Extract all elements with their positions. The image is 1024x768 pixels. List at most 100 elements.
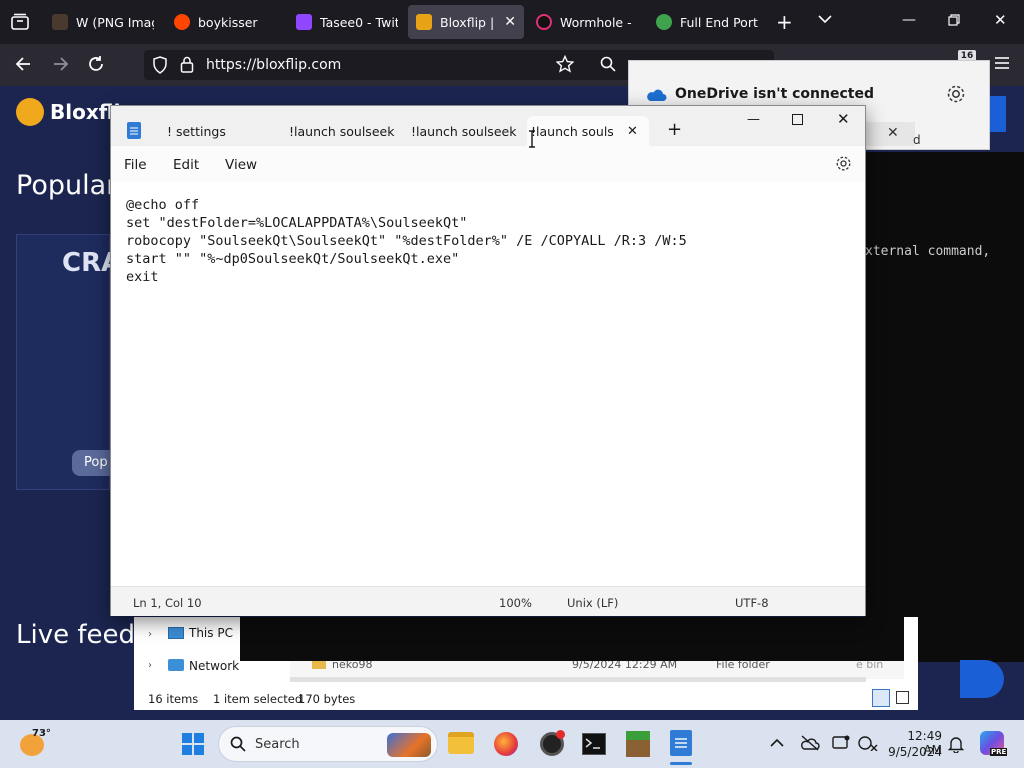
notepad-tab[interactable]: !launch soulseek [411,116,521,146]
settings-gear-icon[interactable] [835,155,852,172]
url-text[interactable]: https://bloxflip.com [206,57,341,73]
new-tab-icon[interactable]: + [667,119,682,140]
minimize-icon[interactable]: — [902,12,916,28]
details-view-icon[interactable] [872,689,890,707]
browser-tab[interactable]: Full End Portal [648,5,766,39]
this-pc-icon [168,627,184,639]
file-type: File folder [716,661,770,671]
file-explorer-window: › This PC › Network neko98 9/5/2024 12:2… [134,617,918,710]
search-placeholder: Search [255,737,300,752]
weather-temp[interactable]: 73° [32,728,51,739]
minecraft-icon[interactable] [626,731,650,757]
tab-overview-icon[interactable] [10,12,30,32]
close-tab-icon[interactable]: ✕ [627,124,638,139]
terminal-window: xternal command, [865,152,1024,662]
tiles-view-icon[interactable] [896,691,909,704]
network-status-icon[interactable] [858,735,878,751]
browser-tab-bar: W (PNG Image boykisser Tasee0 - Twitch B… [0,0,1024,44]
twitch-favicon-icon [296,14,312,30]
browser-tab-active[interactable]: Bloxflip | W ✕ [408,5,524,39]
onedrive-settings-icon[interactable] [945,83,967,105]
show-hidden-icons-chevron-icon[interactable] [770,738,784,748]
wormhole-favicon-icon [536,14,552,30]
tracking-protection-icon[interactable] [152,56,168,74]
hamburger-menu-icon[interactable] [994,56,1010,70]
screen-capture-icon[interactable] [832,735,850,751]
menu-view[interactable]: View [225,157,257,173]
status-item-count: 16 items [148,692,199,706]
notepad-editor[interactable]: @echo off set "destFolder=%LOCALAPPDATA%… [111,182,865,586]
taskbar-search[interactable]: Search [218,726,438,762]
editor-text[interactable]: @echo off set "destFolder=%LOCALAPPDATA%… [126,196,687,286]
notepad-tab[interactable]: !launch soulseek [289,116,399,146]
notepad-menubar: File Edit View [111,146,865,182]
notepad-app-icon [127,122,141,139]
search-icon[interactable] [600,56,616,72]
file-explorer-icon[interactable] [448,732,474,754]
clock-date[interactable]: 9/5/2024 [888,745,942,759]
firefox-icon[interactable] [494,732,518,756]
browser-tab[interactable]: Wormhole - S [528,5,640,39]
terminal-overlap [240,617,904,661]
minimize-icon[interactable]: — [747,112,760,127]
popular-button[interactable]: Pop [72,450,112,476]
bookmark-star-icon[interactable] [556,55,574,73]
onedrive-partial-text: d [913,133,921,147]
reload-icon[interactable] [87,55,105,73]
browser-tab[interactable]: Tasee0 - Twitch [288,5,406,39]
close-window-icon[interactable]: ✕ [837,110,850,128]
menu-edit[interactable]: Edit [173,157,199,173]
horizontal-scrollbar[interactable] [290,677,866,682]
nav-network[interactable]: Network [189,659,239,673]
close-tab-icon[interactable]: ✕ [504,14,516,30]
section-heading-popular: Popular [16,170,118,201]
list-all-tabs-icon[interactable] [818,14,832,24]
file-extra-text: e bin [856,661,884,671]
status-selected: 1 item selected [213,692,303,706]
tab-label: !launch soulseek [289,123,395,139]
notepad-tab[interactable]: ! settings [167,116,271,146]
line-ending[interactable]: Unix (LF) [567,596,618,610]
restore-icon[interactable] [948,14,960,26]
forward-icon[interactable] [52,55,70,73]
windows-start-icon[interactable] [182,733,204,755]
expand-chevron-icon[interactable]: › [148,660,152,671]
tab-label: ! settings [167,123,226,139]
file-date: 9/5/2024 12:29 AM [572,661,678,671]
image-favicon-icon [52,14,68,30]
copilot-pre-badge: PRE [990,748,1008,756]
search-highlight-icon [387,733,431,757]
menu-file[interactable]: File [124,157,147,173]
notepad-taskbar-icon[interactable] [670,730,692,756]
file-name: neko98 [332,661,373,671]
notepad-titlebar: ! settings !launch soulseek !launch soul… [111,106,865,146]
tab-label: !launch soulseek [411,123,517,139]
browser-tab[interactable]: boykisser [166,5,284,39]
notifications-bell-icon[interactable] [948,735,964,753]
section-heading-live-feed: Live feed [16,620,136,650]
maximize-icon[interactable] [792,114,803,125]
search-icon [230,736,246,752]
expand-chevron-icon[interactable]: › [148,629,152,640]
globe-favicon-icon [656,14,672,30]
bloxflip-favicon-icon [416,14,432,30]
nav-this-pc[interactable]: This PC [189,626,233,640]
onedrive-dismiss-icon[interactable]: ✕ [887,125,899,141]
notepad-tab-active[interactable]: !launch souls ✕ [527,116,649,146]
new-tab-icon[interactable]: + [776,10,793,34]
back-icon[interactable] [14,55,32,73]
notification-dot-icon [556,730,565,739]
tab-label: !launch souls [531,123,613,139]
onedrive-action-button[interactable] [990,96,1006,132]
site-action-button[interactable] [960,660,1004,698]
close-window-icon[interactable]: ✕ [994,11,1007,29]
cursor-position: Ln 1, Col 10 [133,596,202,610]
notepad-statusbar: Ln 1, Col 10 100% Unix (LF) UTF-8 [111,586,865,616]
encoding[interactable]: UTF-8 [735,596,769,610]
browser-tab[interactable]: W (PNG Image [44,5,162,39]
zoom-level[interactable]: 100% [499,596,532,610]
notepad-window: ! settings !launch soulseek !launch soul… [110,105,866,616]
lock-icon[interactable] [180,56,194,73]
onedrive-offline-icon[interactable] [800,735,820,751]
terminal-icon[interactable] [582,733,606,755]
